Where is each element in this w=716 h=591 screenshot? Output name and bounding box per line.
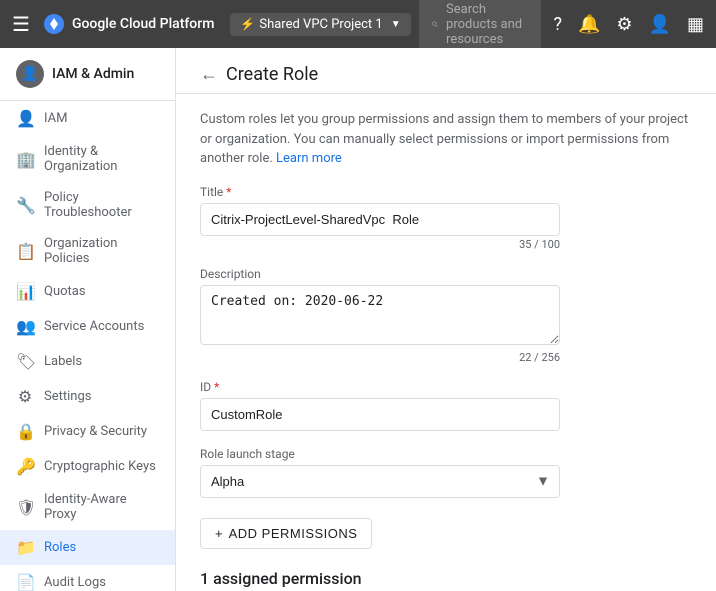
add-permissions-button[interactable]: + ADD PERMISSIONS (200, 518, 372, 549)
sidebar: 👤 IAM & Admin 👤 IAM 🏢 Identity & Organiz… (0, 48, 176, 591)
description-char-count: 22 / 256 (200, 351, 560, 364)
id-field-group: ID * (200, 380, 692, 431)
launch-stage-field-group: Role launch stage Alpha Beta General Ava… (200, 447, 692, 498)
main-content: ← Create Role Custom roles let you group… (176, 48, 716, 591)
sidebar-item-label: Identity-Aware Proxy (44, 492, 159, 522)
search-icon (431, 16, 438, 32)
description-text: Custom roles let you group permissions a… (200, 110, 692, 169)
title-input[interactable] (200, 203, 560, 236)
title-field-group: Title * 35 / 100 (200, 185, 692, 251)
settings-icon[interactable]: ⚙ (612, 10, 636, 39)
audit-logs-icon: 📄 (16, 573, 34, 591)
page-title: Create Role (226, 64, 318, 85)
share-icon: ⚡ (240, 17, 255, 31)
iam-admin-icon: 👤 (16, 60, 44, 88)
learn-more-link[interactable]: Learn more (276, 151, 342, 166)
project-dropdown-icon: ▼ (391, 19, 401, 30)
sidebar-item-label: Service Accounts (44, 319, 144, 334)
sidebar-item-org-policies[interactable]: 📋 Organization Policies (0, 228, 175, 274)
sidebar-item-identity-org[interactable]: 🏢 Identity & Organization (0, 136, 175, 182)
notifications-icon[interactable]: 🔔 (574, 10, 604, 39)
sidebar-item-label: Quotas (44, 284, 86, 299)
page-content: Custom roles let you group permissions a… (176, 94, 716, 591)
sidebar-item-privacy-security[interactable]: 🔒 Privacy & Security (0, 414, 175, 449)
add-permissions-label: ADD PERMISSIONS (229, 526, 358, 541)
description-input[interactable]: Created on: 2020-06-22 (200, 285, 560, 345)
title-char-count: 35 / 100 (200, 238, 560, 251)
sidebar-item-settings[interactable]: ⚙ Settings (0, 379, 175, 414)
org-policies-icon: 📋 (16, 242, 34, 261)
help-icon[interactable]: ? (549, 10, 566, 39)
sidebar-item-label: Organization Policies (44, 236, 159, 266)
sidebar-item-label: Labels (44, 354, 82, 369)
account-icon[interactable]: 👤 (645, 10, 675, 39)
sidebar-item-audit-logs[interactable]: 📄 Audit Logs (0, 565, 175, 591)
page-header: ← Create Role (176, 48, 716, 94)
project-name: Shared VPC Project 1 (259, 17, 382, 32)
id-label: ID * (200, 380, 692, 394)
sidebar-item-roles[interactable]: 📁 Roles (0, 530, 175, 565)
launch-stage-select-wrapper: Alpha Beta General Availability Disabled… (200, 465, 560, 498)
sidebar-header: 👤 IAM & Admin (0, 48, 175, 101)
privacy-security-icon: 🔒 (16, 422, 34, 441)
title-label: Title * (200, 185, 692, 199)
sidebar-item-label: IAM (44, 111, 67, 126)
sidebar-item-label: Audit Logs (44, 575, 106, 590)
identity-org-icon: 🏢 (16, 150, 34, 169)
roles-icon: 📁 (16, 538, 34, 557)
sidebar-item-iam[interactable]: 👤 IAM (0, 101, 175, 136)
launch-stage-label: Role launch stage (200, 447, 692, 461)
app-logo: Google Cloud Platform (42, 12, 214, 36)
sidebar-item-label: Identity & Organization (44, 144, 159, 174)
add-icon: + (215, 526, 223, 541)
topbar: ☰ Google Cloud Platform ⚡ Shared VPC Pro… (0, 0, 716, 48)
back-button[interactable]: ← (200, 64, 218, 85)
id-required-indicator: * (214, 380, 219, 394)
labels-icon: 🏷 (16, 352, 34, 371)
sidebar-item-labels[interactable]: 🏷 Labels (0, 344, 175, 379)
gcp-logo-icon (42, 12, 66, 36)
search-bar[interactable]: Search products and resources (419, 0, 542, 51)
menu-icon[interactable]: ☰ (8, 8, 34, 40)
id-input[interactable] (200, 398, 560, 431)
sidebar-item-label: Policy Troubleshooter (44, 190, 159, 220)
app-name: Google Cloud Platform (72, 16, 214, 32)
title-required-indicator: * (226, 185, 231, 199)
expand-icon[interactable]: ▦ (683, 10, 708, 39)
sidebar-item-quotas[interactable]: 📊 Quotas (0, 274, 175, 309)
description-field-group: Description Created on: 2020-06-22 22 / … (200, 267, 692, 364)
sidebar-item-label: Roles (44, 540, 76, 555)
sidebar-item-label: Privacy & Security (44, 424, 147, 439)
sidebar-header-label: IAM & Admin (52, 66, 134, 82)
service-accounts-icon: 👥 (16, 317, 34, 336)
search-placeholder: Search products and resources (446, 2, 529, 47)
layout: 👤 IAM & Admin 👤 IAM 🏢 Identity & Organiz… (0, 48, 716, 591)
sidebar-item-label: Cryptographic Keys (44, 459, 156, 474)
sidebar-item-service-accounts[interactable]: 👥 Service Accounts (0, 309, 175, 344)
topbar-actions: ? 🔔 ⚙ 👤 ▦ (549, 10, 708, 39)
crypto-keys-icon: 🔑 (16, 457, 34, 476)
sidebar-item-identity-aware-proxy[interactable]: 🛡 Identity-Aware Proxy (0, 484, 175, 530)
permissions-section: 1 assigned permission ≡ ? ⊞ (200, 569, 692, 591)
sidebar-item-label: Settings (44, 389, 91, 404)
iam-icon: 👤 (16, 109, 34, 128)
identity-aware-proxy-icon: 🛡 (16, 498, 34, 517)
description-label: Description (200, 267, 692, 281)
settings-nav-icon: ⚙ (16, 387, 34, 406)
quotas-icon: 📊 (16, 282, 34, 301)
launch-stage-select[interactable]: Alpha Beta General Availability Disabled (200, 465, 560, 498)
sidebar-item-policy-troubleshooter[interactable]: 🔧 Policy Troubleshooter (0, 182, 175, 228)
policy-troubleshooter-icon: 🔧 (16, 196, 34, 215)
permissions-title: 1 assigned permission (200, 569, 692, 588)
project-selector[interactable]: ⚡ Shared VPC Project 1 ▼ (230, 13, 410, 36)
sidebar-item-crypto-keys[interactable]: 🔑 Cryptographic Keys (0, 449, 175, 484)
